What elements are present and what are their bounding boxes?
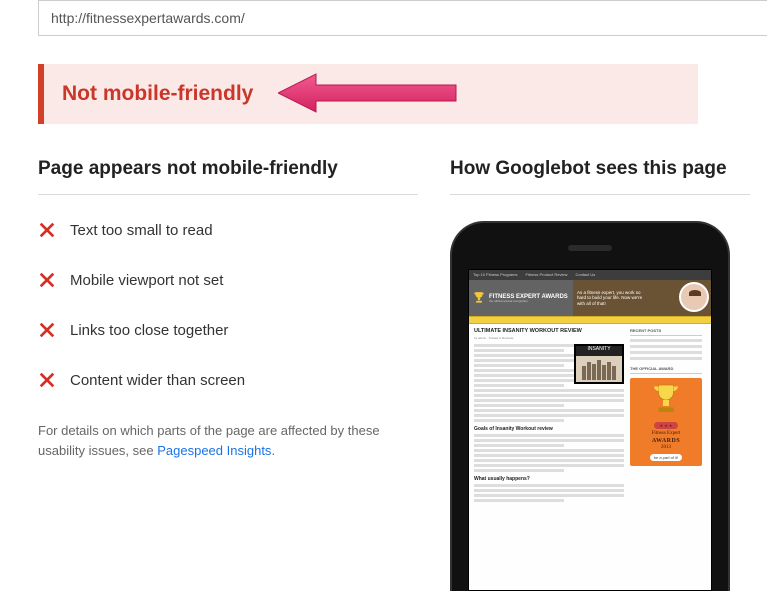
issue-list: Text too small to read Mobile viewport n… bbox=[38, 221, 418, 389]
alert-banner: Not mobile-friendly bbox=[38, 64, 767, 124]
footnote-text: . bbox=[271, 443, 275, 458]
x-icon bbox=[38, 271, 56, 289]
issue-text: Text too small to read bbox=[70, 222, 213, 239]
list-item: Content wider than screen bbox=[38, 371, 418, 389]
x-icon bbox=[38, 321, 56, 339]
x-icon bbox=[38, 221, 56, 239]
x-icon bbox=[38, 371, 56, 389]
issues-heading: Page appears not mobile-friendly bbox=[38, 158, 418, 195]
footnote: For details on which parts of the page a… bbox=[38, 421, 398, 460]
preview-thumb: INSANITY bbox=[574, 344, 624, 384]
list-item: Links too close together bbox=[38, 321, 418, 339]
page-preview: Top 10 Fitness ProgramsFitness Product R… bbox=[468, 269, 712, 591]
preview-article-title: ULTIMATE INSANITY WORKOUT REVIEW bbox=[474, 328, 624, 335]
issue-text: Mobile viewport not set bbox=[70, 272, 223, 289]
list-item: Text too small to read bbox=[38, 221, 418, 239]
alert-title: Not mobile-friendly bbox=[62, 82, 253, 105]
pagespeed-link[interactable]: Pagespeed Insights bbox=[157, 443, 271, 458]
url-input[interactable]: http://fitnessexpertawards.com/ bbox=[38, 0, 767, 36]
award-badge: ★ ★ ★ Fitness ExpertAWARDS2013 be a part… bbox=[630, 378, 702, 466]
preview-column: How Googlebot sees this page Top 10 Fitn… bbox=[450, 158, 750, 591]
annotation-arrow bbox=[278, 70, 458, 116]
issue-text: Content wider than screen bbox=[70, 372, 245, 389]
phone-mockup: Top 10 Fitness ProgramsFitness Product R… bbox=[450, 221, 730, 591]
list-item: Mobile viewport not set bbox=[38, 271, 418, 289]
issue-text: Links too close together bbox=[70, 322, 228, 339]
preview-heading: How Googlebot sees this page bbox=[450, 158, 750, 195]
trophy-icon bbox=[648, 382, 684, 418]
issues-column: Page appears not mobile-friendly Text to… bbox=[38, 158, 418, 591]
avatar-image bbox=[679, 282, 709, 312]
trophy-icon bbox=[472, 291, 486, 305]
phone-earpiece bbox=[568, 245, 612, 251]
